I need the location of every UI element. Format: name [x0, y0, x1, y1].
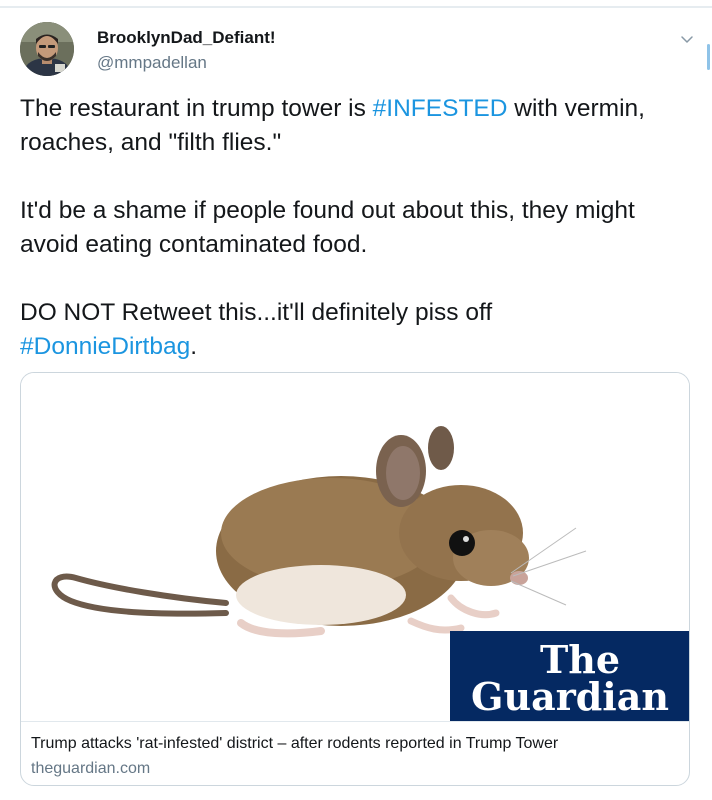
- tweet-header: BrooklynDad_Defiant! @mmpadellan: [20, 22, 700, 78]
- tweet-line: The restaurant in trump tower is #INFEST…: [20, 92, 690, 126]
- tweet-text-segment: The restaurant in trump tower is: [20, 95, 373, 122]
- avatar[interactable]: [20, 22, 74, 76]
- top-divider: [0, 6, 712, 8]
- guardian-logo: The Guardian: [450, 631, 689, 721]
- tweet-line: roaches, and "filth flies.": [20, 129, 282, 156]
- card-image[interactable]: The Guardian: [21, 373, 689, 721]
- tweet-line: #DonnieDirtbag.: [20, 330, 690, 364]
- scrollbar-thumb[interactable]: [707, 44, 710, 70]
- card-domain[interactable]: theguardian.com: [31, 760, 150, 778]
- link-preview-card[interactable]: The Guardian Trump attacks 'rat-infested…: [20, 372, 690, 786]
- card-meta[interactable]: Trump attacks 'rat-infested' district – …: [21, 721, 689, 785]
- tweet-text-segment: with vermin,: [507, 95, 645, 122]
- author-handle[interactable]: @mmpadellan: [97, 53, 207, 73]
- card-title[interactable]: Trump attacks 'rat-infested' district – …: [31, 735, 558, 753]
- guardian-logo-mark: The Guardian: [471, 637, 669, 719]
- tweet-line: It'd be a shame if people found out abou…: [20, 197, 635, 224]
- author-name[interactable]: BrooklynDad_Defiant!: [97, 28, 276, 48]
- hashtag-donniedirtbag[interactable]: #DonnieDirtbag: [20, 333, 190, 360]
- tweet-text: The restaurant in trump tower is #INFEST…: [20, 92, 690, 364]
- tweet-line: avoid eating contaminated food.: [20, 231, 368, 258]
- avatar-image: [20, 22, 74, 76]
- hashtag-infested[interactable]: #INFESTED: [373, 95, 508, 122]
- tweet-line: DO NOT Retweet this...it'll definitely p…: [20, 299, 493, 326]
- tweet-text-segment: .: [190, 333, 198, 360]
- chevron-down-icon[interactable]: [678, 30, 696, 48]
- guardian-logo-line2: Guardian: [471, 674, 669, 719]
